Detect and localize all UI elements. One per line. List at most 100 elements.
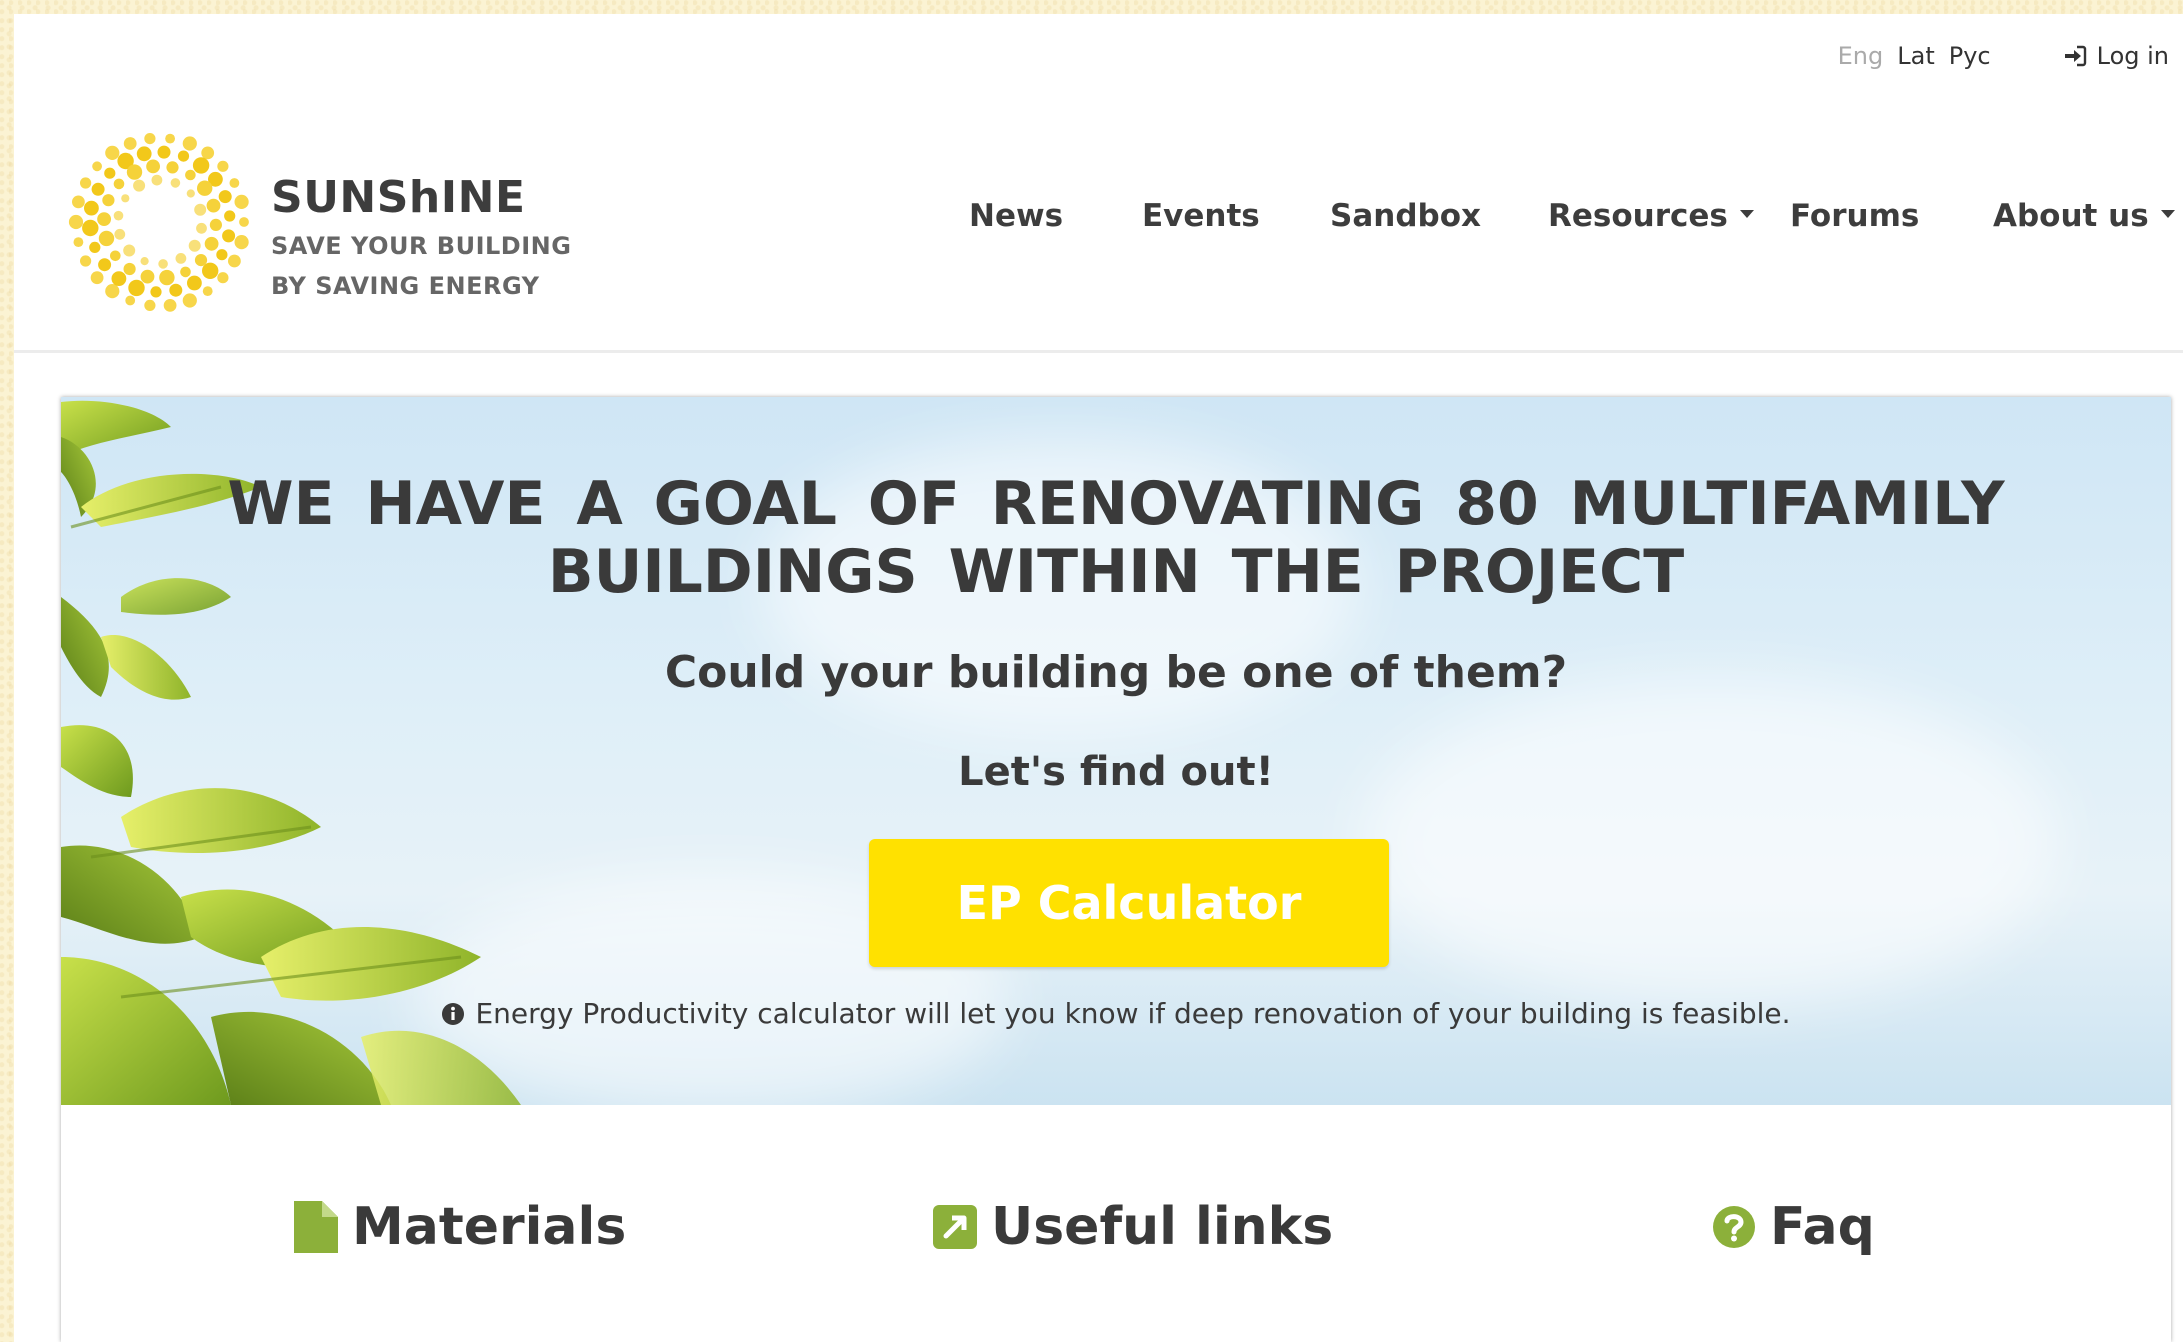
language-lat[interactable]: Lat (1897, 42, 1935, 70)
logo-dot (105, 145, 120, 160)
logo-dot (150, 286, 162, 298)
logo-dot (89, 241, 101, 253)
logo-dot (202, 286, 213, 296)
logo-dot (159, 269, 175, 286)
logo-dot (201, 146, 215, 160)
logo-dot (163, 299, 177, 312)
hero-info-text: Energy Productivity calculator will let … (475, 997, 1791, 1030)
hero-title-line-1: WE HAVE A GOAL OF RENOVATING 80 MULTIFAM… (227, 469, 2005, 539)
nav-item-sandbox[interactable]: Sandbox (1330, 198, 1481, 234)
logo-dot (105, 284, 120, 299)
logo-dot (144, 299, 156, 311)
logo-dot (123, 262, 136, 276)
faq-link[interactable]: Faq (1712, 1197, 1875, 1257)
logo-dot (98, 258, 112, 272)
logo-dot (204, 236, 219, 251)
logo-dot (188, 239, 201, 252)
logo-dot (126, 164, 143, 180)
ep-calculator-button[interactable]: EP Calculator (869, 839, 1389, 967)
logo-dot (80, 177, 92, 189)
materials-link[interactable]: Materials (294, 1197, 626, 1257)
login-link[interactable]: Log in (2063, 42, 2169, 70)
logo-dot (104, 167, 116, 179)
logo-dot (217, 272, 229, 284)
external-link-icon (933, 1205, 977, 1249)
logo-dot (157, 145, 171, 159)
header-divider (14, 350, 2183, 353)
logo-dot (146, 159, 160, 174)
logo-dot (229, 178, 240, 188)
nav-item-news[interactable]: News (969, 198, 1063, 234)
logo-dot (228, 254, 241, 268)
logo-dot (170, 178, 181, 188)
logo-dot (123, 244, 136, 257)
logo-dot (125, 295, 136, 306)
useful-links-link[interactable]: Useful links (933, 1197, 1333, 1257)
main-nav: News Events Sandbox Resources Forums Abo… (14, 198, 2183, 238)
caret-down-icon (1739, 209, 1754, 218)
logo-dot (91, 182, 105, 196)
logo-dot (216, 249, 228, 261)
logo-dot (185, 169, 196, 181)
logo-dot (175, 253, 187, 264)
logo-dot (128, 279, 145, 297)
nav-item-events[interactable]: Events (1142, 198, 1260, 234)
main-card: WE HAVE A GOAL OF RENOVATING 80 MULTIFAM… (61, 397, 2171, 1342)
sky-cloud (1361, 677, 2061, 1007)
language-eng[interactable]: Eng (1838, 42, 1884, 70)
question-circle-icon (1713, 1206, 1755, 1248)
info-circle-icon (442, 1002, 465, 1025)
logo-dot (73, 237, 84, 247)
useful-links-label: Useful links (991, 1197, 1334, 1257)
hero-subtitle: Could your building be one of them? (664, 647, 1568, 698)
nav-item-label: Events (1142, 198, 1260, 234)
brand-tagline-2: BY SAVING ENERGY (271, 272, 540, 300)
hero-info-note: Energy Productivity calculator will let … (61, 997, 2171, 1030)
materials-label: Materials (352, 1197, 627, 1257)
nav-item-label: News (969, 198, 1064, 234)
logo-dot (166, 161, 179, 174)
logo-dot (182, 136, 197, 151)
nav-item-label: Sandbox (1330, 198, 1481, 234)
faq-label: Faq (1770, 1197, 1875, 1257)
logo-dot (169, 283, 183, 297)
nav-item-resources[interactable]: Resources (1548, 198, 1754, 234)
logo-dot (158, 259, 168, 269)
logo-dot (110, 250, 121, 262)
nav-item-label: Forums (1790, 198, 1920, 234)
nav-item-label: Resources (1548, 198, 1728, 234)
logo-dot (136, 146, 152, 162)
logo-dot (90, 271, 104, 285)
nav-item-forums[interactable]: Forums (1790, 198, 1919, 234)
logo-dot (80, 255, 92, 267)
hero-banner: WE HAVE A GOAL OF RENOVATING 80 MULTIFAM… (61, 397, 2171, 1105)
caret-down-icon (2160, 209, 2175, 218)
logo-dot (197, 180, 213, 196)
logo-dot (194, 254, 208, 267)
logo-dot (151, 174, 163, 186)
logo-dot (133, 179, 146, 192)
logo-dot (92, 161, 102, 172)
logo-dot (123, 137, 137, 150)
nav-item-about-us[interactable]: About us (1993, 198, 2175, 234)
logo-dot (187, 275, 202, 291)
login-label: Log in (2096, 42, 2169, 70)
hero-find-out: Let's find out! (958, 749, 1274, 795)
logo-dot (140, 269, 155, 284)
logo-dot (182, 293, 197, 308)
utility-bar: Eng Lat Рус Log in (1838, 42, 2169, 70)
logo-dot (113, 178, 125, 190)
logo-dot (111, 271, 127, 286)
page: Eng Lat Рус Log in SUNShINE SAVE YOUR BU… (14, 14, 2183, 1342)
sign-in-icon (2064, 45, 2086, 67)
logo-dot (144, 133, 156, 145)
logo-dot (177, 150, 190, 162)
logo-dot (217, 160, 229, 172)
logo-dot (180, 266, 191, 278)
hero-title-line-2: BUILDINGS WITHIN THE PROJECT (547, 537, 1685, 607)
logo-dot (165, 133, 175, 144)
nav-item-label: About us (1993, 198, 2149, 234)
logo-dot (192, 157, 210, 174)
logo-dot (140, 257, 149, 266)
language-rus[interactable]: Рус (1949, 42, 1991, 70)
